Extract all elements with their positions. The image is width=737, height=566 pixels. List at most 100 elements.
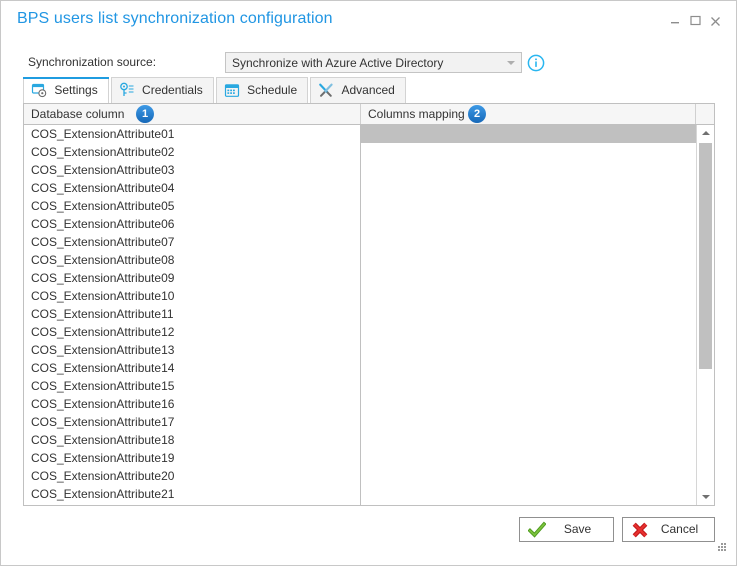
- resize-grip-dot: [724, 543, 726, 545]
- column-header-database-column-label: Database column: [31, 107, 125, 121]
- calendar-icon: [224, 82, 240, 98]
- table-row[interactable]: COS_ExtensionAttribute21: [24, 485, 360, 503]
- table-row[interactable]: [361, 161, 696, 179]
- table-row[interactable]: COS_ExtensionAttribute17: [24, 413, 360, 431]
- table-row[interactable]: COS_ExtensionAttribute18: [24, 431, 360, 449]
- table-row[interactable]: [361, 125, 696, 143]
- grid-header-row: Database column 1 Columns mapping 2: [24, 104, 714, 125]
- table-row[interactable]: COS_ExtensionAttribute01: [24, 125, 360, 143]
- close-button[interactable]: [707, 14, 723, 30]
- scrollbar-thumb[interactable]: [699, 143, 712, 369]
- column-header-database-column[interactable]: Database column 1: [24, 104, 361, 124]
- dialog-window: BPS users list synchronization configura…: [0, 0, 737, 566]
- table-row[interactable]: [361, 431, 696, 449]
- settings-card-gear-icon: [31, 82, 47, 98]
- step-badge-2: 2: [468, 105, 486, 123]
- table-row[interactable]: [361, 233, 696, 251]
- tab-schedule-label: Schedule: [247, 83, 298, 97]
- tab-advanced[interactable]: Advanced: [310, 77, 406, 104]
- table-row[interactable]: [361, 269, 696, 287]
- tab-strip: Settings Credentials Schedule Advanced: [23, 77, 408, 104]
- window-title: BPS users list synchronization configura…: [17, 10, 333, 27]
- info-circle-glyph: [527, 54, 545, 72]
- resize-grip-dot: [718, 549, 720, 551]
- scroll-down-button[interactable]: [697, 488, 714, 505]
- table-row[interactable]: [361, 251, 696, 269]
- table-row[interactable]: COS_ExtensionAttribute07: [24, 233, 360, 251]
- table-row[interactable]: COS_ExtensionAttribute12: [24, 323, 360, 341]
- database-column-list: COS_ExtensionAttribute01 COS_ExtensionAtt…: [24, 125, 361, 505]
- table-row[interactable]: [361, 395, 696, 413]
- resize-grip-dot: [724, 546, 726, 548]
- table-row[interactable]: COS_ExtensionAttribute11: [24, 305, 360, 323]
- table-row[interactable]: [361, 179, 696, 197]
- tab-settings[interactable]: Settings: [23, 77, 109, 104]
- table-row[interactable]: [361, 449, 696, 467]
- table-row[interactable]: [361, 215, 696, 233]
- title-bar: BPS users list synchronization configura…: [1, 1, 736, 41]
- minimize-icon: [671, 22, 679, 24]
- table-row[interactable]: COS_ExtensionAttribute05: [24, 197, 360, 215]
- table-row[interactable]: [361, 413, 696, 431]
- tools-wrench-screwdriver-icon: [318, 82, 334, 98]
- resize-grip-dot: [718, 546, 720, 548]
- table-row[interactable]: COS_ExtensionAttribute06: [24, 215, 360, 233]
- grid-body: COS_ExtensionAttribute01 COS_ExtensionAtt…: [24, 125, 714, 505]
- column-header-columns-mapping-label: Columns mapping: [368, 107, 465, 121]
- grid-header-corner: [696, 104, 714, 124]
- resize-grip-dot: [724, 549, 726, 551]
- table-row[interactable]: COS_ExtensionAttribute03: [24, 161, 360, 179]
- table-row[interactable]: [361, 323, 696, 341]
- table-row[interactable]: COS_ExtensionAttribute02: [24, 143, 360, 161]
- cancel-button-label: Cancel: [660, 522, 699, 536]
- column-header-columns-mapping[interactable]: Columns mapping 2: [361, 104, 696, 124]
- vertical-scrollbar[interactable]: [696, 125, 714, 505]
- scroll-up-button[interactable]: [697, 125, 714, 142]
- step-badge-1: 1: [136, 105, 154, 123]
- tab-settings-label: Settings: [54, 83, 98, 97]
- table-row[interactable]: [361, 377, 696, 395]
- save-button[interactable]: Save: [519, 517, 614, 542]
- table-row[interactable]: COS_ExtensionAttribute20: [24, 467, 360, 485]
- table-row[interactable]: COS_ExtensionAttribute14: [24, 359, 360, 377]
- maximize-icon: [689, 15, 701, 26]
- table-row[interactable]: [361, 197, 696, 215]
- resize-grip[interactable]: [713, 541, 727, 555]
- tab-credentials-label: Credentials: [142, 83, 203, 97]
- table-row[interactable]: COS_ExtensionAttribute08: [24, 251, 360, 269]
- resize-grip-dot: [721, 543, 723, 545]
- table-row[interactable]: COS_ExtensionAttribute10: [24, 287, 360, 305]
- key-icon: [119, 82, 135, 98]
- table-row[interactable]: [361, 305, 696, 323]
- table-row[interactable]: COS_ExtensionAttribute15: [24, 377, 360, 395]
- table-row[interactable]: [361, 143, 696, 161]
- table-row[interactable]: COS_ExtensionAttribute09: [24, 269, 360, 287]
- chevron-down-icon: [507, 61, 515, 65]
- save-button-label: Save: [563, 522, 592, 536]
- table-row[interactable]: [361, 341, 696, 359]
- triangle-up-icon: [702, 131, 710, 135]
- minimize-button[interactable]: [667, 14, 683, 30]
- table-row[interactable]: COS_ExtensionAttribute04: [24, 179, 360, 197]
- tab-schedule[interactable]: Schedule: [215, 77, 309, 104]
- table-row[interactable]: [361, 467, 696, 485]
- mapping-grid: Database column 1 Columns mapping 2 COS_…: [23, 103, 715, 506]
- table-row[interactable]: COS_ExtensionAttribute19: [24, 449, 360, 467]
- synchronization-source-label: Synchronization source:: [28, 55, 157, 69]
- maximize-button[interactable]: [687, 14, 703, 30]
- close-icon: [710, 17, 720, 26]
- cancel-button[interactable]: Cancel: [622, 517, 715, 542]
- table-row[interactable]: [361, 359, 696, 377]
- info-circle-icon[interactable]: [527, 54, 545, 72]
- tab-credentials[interactable]: Credentials: [110, 77, 214, 104]
- table-row[interactable]: [361, 287, 696, 305]
- resize-grip-dot: [721, 549, 723, 551]
- table-row[interactable]: COS_ExtensionAttribute13: [24, 341, 360, 359]
- columns-mapping-list: [361, 125, 696, 505]
- tab-advanced-label: Advanced: [341, 83, 395, 97]
- synchronization-source-dropdown[interactable]: Synchronize with Azure Active Directory: [225, 52, 522, 73]
- table-row[interactable]: [361, 485, 696, 503]
- synchronization-source-value: Synchronize with Azure Active Directory: [232, 56, 444, 70]
- table-row[interactable]: COS_ExtensionAttribute16: [24, 395, 360, 413]
- triangle-down-icon: [702, 495, 710, 499]
